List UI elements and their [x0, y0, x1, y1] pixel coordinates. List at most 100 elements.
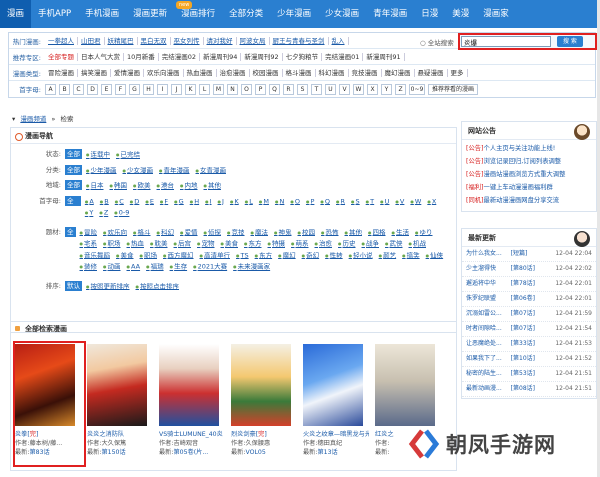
update-chapter[interactable]: [短篇] [511, 247, 556, 261]
letter-button[interactable]: J [171, 83, 182, 95]
result-title-text[interactable]: 烈炎剑豪 [231, 431, 256, 438]
letter-button[interactable]: M [213, 83, 224, 95]
result-title[interactable]: 炎炎之消防队 [87, 430, 153, 439]
nav-item[interactable]: 少年漫画 [270, 0, 318, 28]
guide-option[interactable]: 欧美 [133, 180, 151, 192]
guide-option[interactable]: 搞笑 [402, 250, 420, 262]
letter-button[interactable]: Y [381, 83, 392, 95]
guide-option[interactable]: 按照点击排序 [136, 281, 179, 293]
type-item[interactable]: 格斗漫画 [283, 68, 316, 77]
guide-option[interactable]: 颜艺 [379, 250, 396, 262]
letter-button[interactable]: Z [395, 83, 406, 95]
guide-option[interactable]: 竞技 [227, 227, 245, 239]
update-chapter[interactable]: [第07话] [511, 307, 556, 321]
guide-option[interactable]: 历史 [338, 238, 356, 250]
guide-option[interactable]: M [259, 196, 269, 208]
letter-button[interactable]: W [353, 83, 364, 95]
update-chapter[interactable]: [第80话] [511, 262, 556, 276]
guide-option[interactable]: E [145, 196, 154, 208]
guide-option[interactable]: 西方魔幻 [163, 250, 194, 262]
guide-option[interactable]: P [306, 196, 314, 208]
latest-chapter[interactable]: 第13话 [317, 449, 337, 456]
guide-option[interactable]: 宅系 [80, 238, 97, 250]
search-input[interactable] [461, 36, 551, 47]
cover-image[interactable] [231, 344, 291, 426]
all-button[interactable]: 全部 [65, 164, 82, 175]
update-name[interactable]: 秘密的陆生... [466, 367, 511, 381]
result-card[interactable]: 炎炎之消防队 作者:大久保篤 最新:第150话 [87, 344, 153, 457]
all-button[interactable]: 默认 [65, 280, 82, 291]
all-button[interactable]: 全部 [65, 149, 82, 159]
search-button[interactable]: 搜 索 [557, 36, 583, 47]
guide-option[interactable]: 动画 [103, 261, 121, 273]
result-card[interactable]: 火炎之纹章—暗黑龙与光之剑[完]作者:穗田真纪最新:第13话 [303, 344, 369, 457]
announce-item[interactable]: [福利]一键上车动漫漫画福利群 [462, 181, 596, 194]
guide-option[interactable]: 少女漫画 [123, 165, 153, 177]
guide-option[interactable]: S [351, 196, 360, 208]
guide-option[interactable]: R [336, 196, 346, 208]
guide-option[interactable]: 连载中 [86, 149, 111, 161]
rec-item[interactable]: 完结漫画01 [322, 52, 364, 61]
guide-option[interactable]: 福瑞 [146, 261, 164, 273]
rec-item[interactable]: 新漫周刊94 [200, 52, 242, 61]
guide-option[interactable]: Z [99, 207, 108, 219]
guide-option[interactable]: 宠物 [197, 238, 215, 250]
guide-option[interactable]: 东方 [244, 238, 262, 250]
guide-option[interactable]: 未来漫画家 [233, 261, 271, 273]
result-card[interactable]: VS骑士LUMUNE_40炎 作者:吉崎观音 最新:第05卷(片... [159, 344, 225, 457]
update-chapter[interactable]: [第78话] [511, 277, 556, 291]
guide-option[interactable]: 性转 [325, 250, 343, 262]
guide-option[interactable]: Q [320, 196, 330, 208]
guide-option[interactable]: U [380, 196, 390, 208]
guide-option[interactable]: 校园 [298, 227, 315, 239]
guide-option[interactable]: 美食 [221, 238, 238, 250]
letter-button[interactable]: D [87, 83, 98, 95]
guide-option[interactable]: 仙侠 [426, 250, 443, 262]
nav-item[interactable]: 漫画 [0, 0, 32, 28]
cover-image[interactable] [159, 344, 219, 426]
result-title[interactable]: 火炎之纹章—暗黑龙与光之剑[完] [303, 430, 369, 439]
guide-option[interactable]: 战争 [362, 238, 379, 250]
guide-option[interactable]: 青年漫画 [159, 165, 190, 177]
guide-option[interactable]: J [218, 196, 224, 208]
guide-option[interactable]: 奇幻 [302, 250, 319, 262]
letter-button[interactable]: H [143, 83, 154, 95]
guide-option[interactable]: 爱情 [180, 227, 198, 239]
guide-option[interactable]: 魔幻 [278, 250, 296, 262]
announce-item[interactable]: [公告]个人主页与关注功能上线! [462, 142, 596, 155]
announce-text[interactable]: 最新动漫漫画网盘分享交流 [484, 197, 560, 204]
letter-button[interactable]: O [241, 83, 252, 95]
update-name[interactable]: 沉溺如雷公... [466, 307, 511, 321]
update-chapter[interactable]: [第53话] [511, 367, 556, 381]
nav-item[interactable]: 日漫 [414, 0, 445, 28]
guide-option[interactable]: H [190, 196, 199, 208]
guide-option[interactable]: 已完结 [116, 149, 141, 161]
update-name[interactable]: 少主溜得快 [466, 262, 511, 276]
guide-option[interactable]: 港台 [157, 180, 174, 192]
result-title-text[interactable]: 炎炎之消防队 [87, 431, 124, 438]
update-name[interactable]: 最新动画漫... [466, 382, 511, 396]
rec-item[interactable]: 全部专题 [45, 52, 78, 61]
type-item[interactable]: 更多 [448, 68, 468, 77]
guide-option[interactable]: 生存 [170, 261, 187, 273]
nav-item[interactable]: 全部分类 [222, 0, 270, 28]
guide-option[interactable]: C [115, 196, 124, 208]
update-name[interactable]: 如果我下了... [466, 352, 511, 366]
guide-option[interactable]: 冒险 [80, 227, 97, 239]
update-name[interactable]: 为什么我女... [466, 247, 511, 261]
latest-chapter[interactable]: VOL05 [245, 449, 265, 456]
cover-image[interactable] [375, 344, 435, 426]
nav-item[interactable]: 少女漫画 [318, 0, 366, 28]
latest-chapter[interactable]: 第05卷(片... [173, 449, 208, 456]
update-chapter[interactable]: [第06卷] [511, 292, 556, 306]
guide-option[interactable]: 高清单行 [200, 250, 230, 262]
guide-option[interactable]: 其他 [345, 227, 362, 239]
guide-option[interactable]: 其他 [204, 180, 221, 192]
type-item[interactable]: 冒险漫画 [45, 68, 78, 77]
guide-option[interactable]: Y [85, 207, 93, 219]
letter-button[interactable]: G [129, 83, 140, 95]
update-name[interactable]: 邂逅将中华 [466, 277, 511, 291]
hot-item[interactable]: 巫女列传 [171, 36, 204, 45]
guide-option[interactable]: 四格 [368, 227, 386, 239]
guide-option[interactable]: O [290, 196, 300, 208]
